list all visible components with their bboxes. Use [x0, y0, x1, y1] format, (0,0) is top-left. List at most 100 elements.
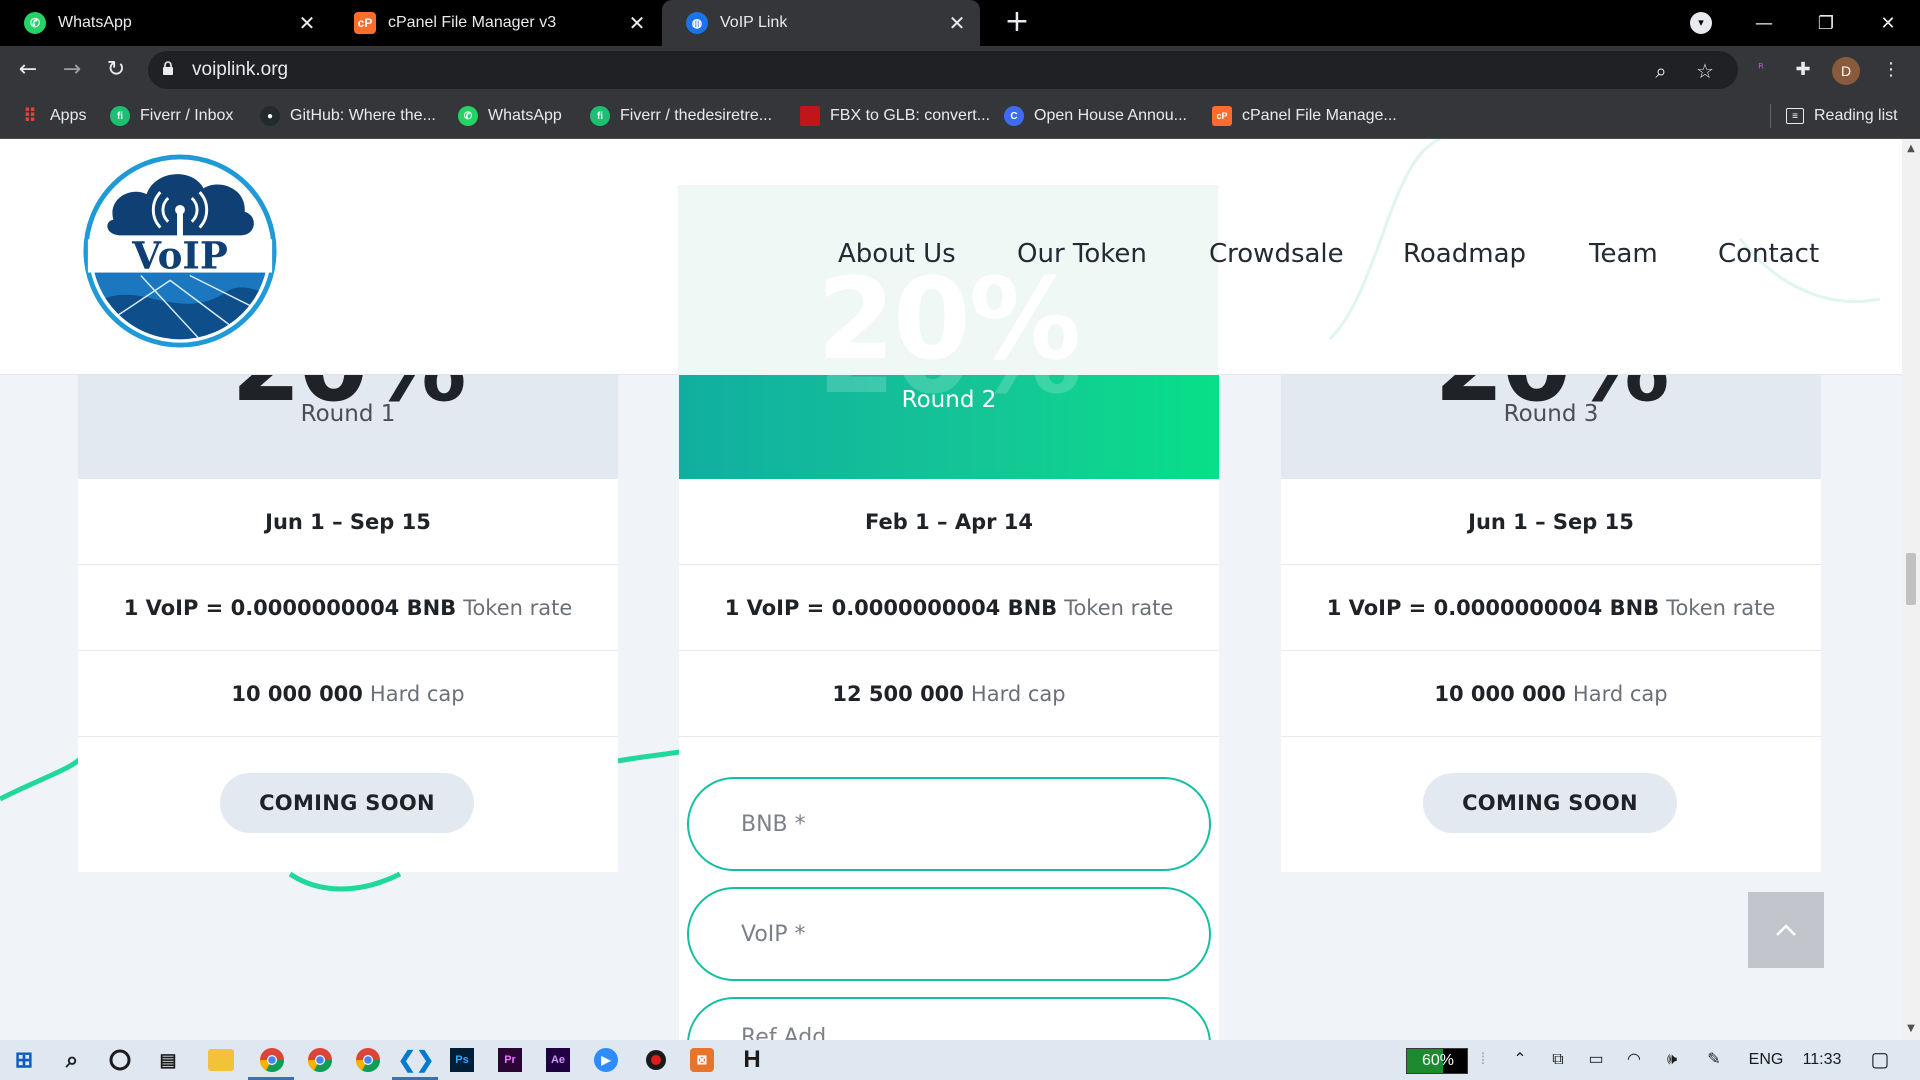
- volume-icon[interactable]: 🕪: [1660, 1048, 1684, 1072]
- nav-roadmap[interactable]: Roadmap: [1403, 239, 1526, 269]
- bookmark-cpanel[interactable]: cP cPanel File Manage...: [1212, 94, 1397, 138]
- browser-tab-strip: ✆ WhatsApp ✕ cP cPanel File Manager v3 ✕…: [0, 0, 1920, 46]
- tab-cpanel[interactable]: cP cPanel File Manager v3 ✕: [330, 0, 660, 46]
- window-close-icon[interactable]: ✕: [1860, 0, 1916, 46]
- round-dates: Jun 1 – Sep 15: [1281, 479, 1821, 565]
- bookmark-star-icon[interactable]: ☆: [1694, 60, 1716, 82]
- notification-icon[interactable]: ▢: [1866, 1048, 1894, 1072]
- language-indicator[interactable]: ENG: [1746, 1048, 1786, 1072]
- tab-title: cPanel File Manager v3: [388, 14, 557, 31]
- reading-list-icon: ≡: [1786, 108, 1804, 124]
- site-header: 20% VoIP About Us Our Token Crowdsale Ro…: [0, 139, 1902, 375]
- bookmark-github[interactable]: ● GitHub: Where the...: [260, 94, 436, 138]
- hard-cap-row: 10 000 000 Hard cap: [78, 651, 618, 737]
- tab-whatsapp[interactable]: ✆ WhatsApp ✕: [0, 0, 330, 46]
- bookmark-label: FBX to GLB: convert...: [830, 107, 991, 124]
- vscode-icon[interactable]: ❮❯: [398, 1046, 435, 1074]
- round-name: Round 1: [300, 401, 396, 427]
- reading-list-button[interactable]: ≡ Reading list: [1786, 94, 1898, 138]
- clock[interactable]: 11:33: [1796, 1048, 1848, 1072]
- bnb-input[interactable]: BNB *: [687, 777, 1211, 871]
- chrome-icon[interactable]: [258, 1046, 286, 1074]
- coming-soon-button[interactable]: COMING SOON: [220, 773, 474, 833]
- nav-our-token[interactable]: Our Token: [1017, 239, 1147, 269]
- bookmark-fiverr-inbox[interactable]: fi Fiverr / Inbox: [110, 94, 233, 138]
- new-tab-button[interactable]: +: [1000, 6, 1034, 40]
- record-icon[interactable]: [642, 1046, 670, 1074]
- close-icon[interactable]: ✕: [942, 11, 972, 36]
- close-icon[interactable]: ✕: [292, 11, 322, 36]
- reload-icon[interactable]: ↻: [100, 54, 132, 86]
- chrome-profile-icon[interactable]: [306, 1046, 334, 1074]
- url-text[interactable]: voiplink.org: [192, 59, 288, 81]
- chevron-up-icon[interactable]: ⌃: [1508, 1048, 1532, 1072]
- cortana-icon[interactable]: [106, 1046, 134, 1074]
- battery-tray-icon[interactable]: ▭: [1584, 1048, 1608, 1072]
- zoom-app-icon[interactable]: ▶: [594, 1048, 618, 1072]
- token-rate-row: 1 VoIP = 0.0000000004 BNB Token rate: [78, 565, 618, 651]
- search-icon[interactable]: ⌕: [58, 1046, 86, 1074]
- wifi-icon[interactable]: ◠: [1622, 1048, 1646, 1072]
- globe-icon: ◍: [686, 12, 708, 34]
- xampp-icon[interactable]: ⊠: [690, 1048, 714, 1072]
- voip-input[interactable]: VoIP *: [687, 887, 1211, 981]
- nav-team[interactable]: Team: [1589, 239, 1658, 269]
- lock-icon: [163, 61, 173, 75]
- menu-kebab-icon[interactable]: ⋮: [1878, 57, 1904, 83]
- task-view-icon[interactable]: ▤: [154, 1046, 182, 1074]
- bookmark-label: Apps: [50, 107, 87, 124]
- after-effects-icon[interactable]: Ae: [546, 1048, 570, 1072]
- meet-icon[interactable]: ⧉: [1546, 1048, 1570, 1072]
- scrollbar-thumb[interactable]: [1906, 553, 1916, 605]
- minimize-icon[interactable]: —: [1736, 0, 1792, 46]
- windows-start-icon[interactable]: ⊞: [10, 1046, 38, 1074]
- scroll-down-arrow-icon[interactable]: ▼: [1902, 1023, 1920, 1034]
- bookmark-whatsapp[interactable]: ✆ WhatsApp: [458, 94, 562, 138]
- voip-input-placeholder: VoIP *: [741, 921, 806, 947]
- back-to-top-button[interactable]: [1748, 892, 1824, 968]
- battery-indicator[interactable]: 60%: [1406, 1048, 1468, 1074]
- coming-soon-button[interactable]: COMING SOON: [1423, 773, 1677, 833]
- pen-icon[interactable]: ✎: [1702, 1048, 1726, 1072]
- token-rate-label: Token rate: [1666, 595, 1776, 620]
- scroll-up-arrow-icon[interactable]: ▲: [1902, 143, 1920, 154]
- extension-icon[interactable]: ᴿ: [1748, 57, 1774, 83]
- file-explorer-icon[interactable]: [208, 1049, 234, 1071]
- page-scrollbar[interactable]: ▲ ▼: [1902, 139, 1920, 1040]
- token-rate-value: 1 VoIP = 0.0000000004 BNB: [123, 595, 457, 620]
- whatsapp-icon: ✆: [24, 12, 46, 34]
- extensions-puzzle-icon[interactable]: ✚: [1790, 57, 1816, 83]
- cpanel-icon: cP: [1212, 106, 1232, 126]
- back-arrow-icon[interactable]: ←: [12, 54, 44, 86]
- round-dates: Jun 1 – Sep 15: [78, 479, 618, 565]
- chevron-up-icon: [1776, 924, 1796, 936]
- windows-taskbar: ⊞ ⌕ ▤ ❮❯ Ps Pr Ae ▶ ⊠ H 60% ⁞ ⌃ ⧉ ▭ ◠ 🕪 …: [0, 1040, 1920, 1080]
- tab-search-icon[interactable]: ▾: [1690, 12, 1712, 34]
- bookmark-open-house[interactable]: C Open House Annou...: [1004, 94, 1187, 138]
- bookmark-fiverr-2[interactable]: fi Fiverr / thedesiretre...: [590, 94, 772, 138]
- ref-address-input[interactable]: Ref Add...: [687, 997, 1211, 1040]
- restore-icon[interactable]: ❐: [1798, 0, 1854, 46]
- bookmark-fbx-glb[interactable]: FBX to GLB: convert...: [800, 94, 990, 138]
- chrome-canary-icon[interactable]: [354, 1046, 382, 1074]
- address-bar[interactable]: voiplink.org ⌕ ☆: [148, 51, 1738, 89]
- voip-logo[interactable]: VoIP: [82, 153, 278, 349]
- nav-about-us[interactable]: About Us: [838, 239, 956, 269]
- avatar[interactable]: D: [1832, 57, 1860, 85]
- apps-grid-icon: ⠿: [23, 105, 37, 126]
- zoom-icon[interactable]: ⌕: [1650, 60, 1672, 82]
- h-app-icon[interactable]: H: [738, 1046, 766, 1074]
- token-rate-value: 1 VoIP = 0.0000000004 BNB: [1326, 595, 1660, 620]
- tab-voip-link[interactable]: ◍ VoIP Link ✕: [662, 0, 980, 46]
- close-icon[interactable]: ✕: [622, 11, 652, 36]
- battery-percent: 60%: [1421, 1052, 1455, 1069]
- nav-contact[interactable]: Contact: [1718, 239, 1819, 269]
- round-name: Round 3: [1503, 401, 1599, 427]
- bookmark-label: cPanel File Manage...: [1242, 107, 1397, 124]
- nav-crowdsale[interactable]: Crowdsale: [1209, 239, 1344, 269]
- ref-address-placeholder: Ref Add...: [741, 1025, 848, 1040]
- premiere-icon[interactable]: Pr: [498, 1048, 522, 1072]
- forward-arrow-icon[interactable]: →: [56, 54, 88, 86]
- photoshop-icon[interactable]: Ps: [450, 1048, 474, 1072]
- bookmark-apps[interactable]: ⠿ Apps: [20, 94, 86, 138]
